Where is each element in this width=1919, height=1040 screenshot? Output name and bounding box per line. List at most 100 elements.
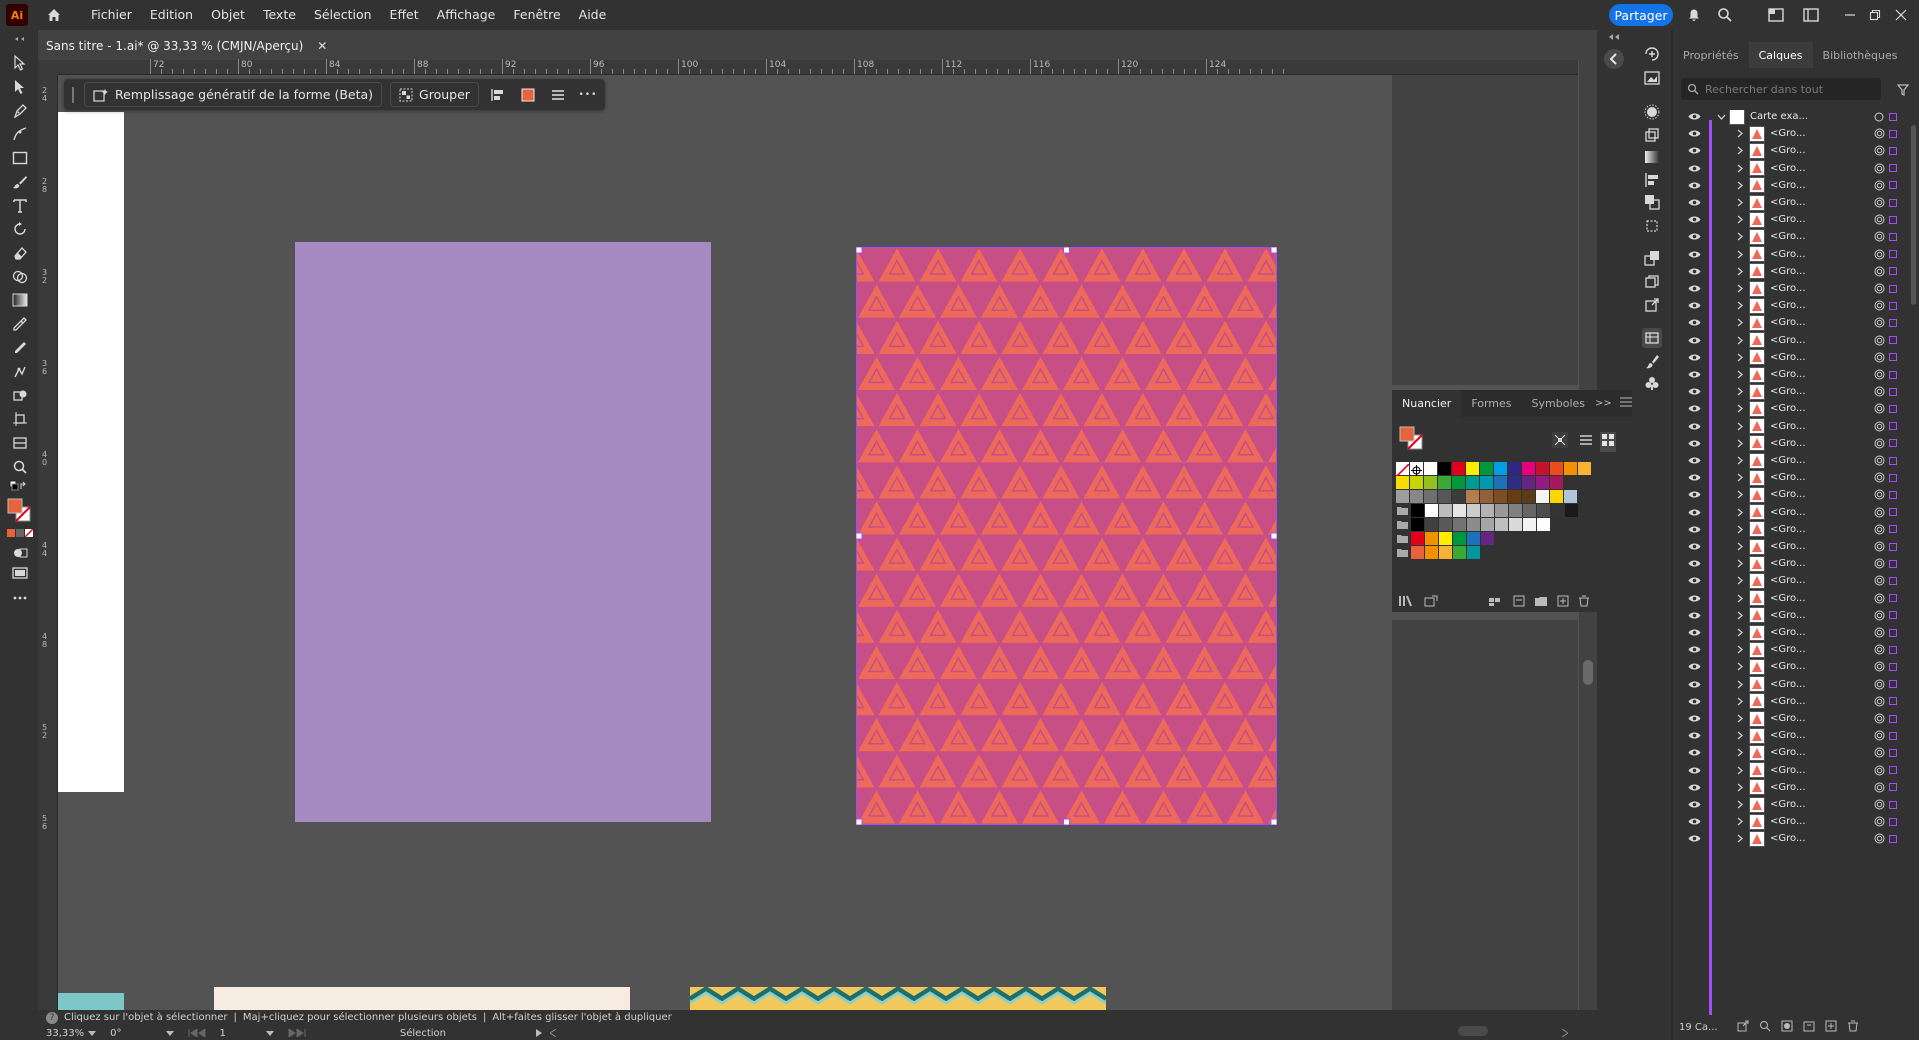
swatch[interactable] xyxy=(1508,490,1521,503)
layer-name[interactable]: <Gro... xyxy=(1770,472,1806,483)
selection-handle[interactable] xyxy=(1063,818,1070,825)
layer-name[interactable]: <Gro... xyxy=(1770,403,1806,414)
tab-swatches[interactable]: Nuancier xyxy=(1392,390,1462,417)
edit-toolbar-icon[interactable] xyxy=(9,587,31,609)
selection-indicator[interactable] xyxy=(1889,164,1897,173)
chevron-right-icon[interactable] xyxy=(1735,834,1745,844)
filter-icon[interactable] xyxy=(1896,81,1910,100)
selection-indicator[interactable] xyxy=(1889,353,1897,362)
visibility-eye-icon[interactable] xyxy=(1687,402,1701,416)
target-circle-icon[interactable] xyxy=(1873,111,1885,123)
chevron-down-icon[interactable] xyxy=(1716,112,1726,122)
target-circle-icon[interactable] xyxy=(1873,231,1885,243)
visibility-eye-icon[interactable] xyxy=(1687,196,1701,210)
target-circle-icon[interactable] xyxy=(1873,592,1885,604)
swatch-group-folder-icon[interactable] xyxy=(1396,532,1409,545)
layer-name[interactable]: <Gro... xyxy=(1770,317,1806,328)
target-circle-icon[interactable] xyxy=(1873,162,1885,174)
drag-handle-icon[interactable] xyxy=(70,84,76,106)
swatch[interactable] xyxy=(1453,546,1466,559)
swatch[interactable] xyxy=(1564,462,1577,475)
swatch[interactable] xyxy=(1536,490,1549,503)
layer-name[interactable]: <Gro... xyxy=(1770,369,1806,380)
selection-indicator[interactable] xyxy=(1889,267,1897,276)
layers-duplicate-icon[interactable] xyxy=(1642,272,1662,292)
visibility-eye-icon[interactable] xyxy=(1687,780,1701,794)
align-icon[interactable] xyxy=(487,84,509,106)
curvature-tool-icon[interactable] xyxy=(9,123,31,145)
selection-indicator[interactable] xyxy=(1889,473,1897,482)
chevron-right-icon[interactable] xyxy=(1735,404,1745,414)
chevron-right-icon[interactable] xyxy=(1735,507,1745,517)
visibility-eye-icon[interactable] xyxy=(1687,729,1701,743)
scrollbar-thumb[interactable] xyxy=(1583,660,1593,685)
home-icon[interactable] xyxy=(42,3,66,27)
menu-item[interactable]: Affichage xyxy=(428,0,505,30)
swatch[interactable] xyxy=(1509,518,1522,531)
layers-search-input[interactable] xyxy=(1705,82,1875,96)
delete-layer-icon[interactable] xyxy=(1847,1020,1859,1035)
visibility-eye-icon[interactable] xyxy=(1687,660,1701,674)
layer-name[interactable]: <Gro... xyxy=(1770,661,1806,672)
chevron-right-icon[interactable] xyxy=(1735,593,1745,603)
menu-item[interactable]: Texte xyxy=(254,0,305,30)
document-tab[interactable]: Sans titre - 1.ai* @ 33,33 % (CMJN/Aperç… xyxy=(46,36,327,56)
layer-name[interactable]: <Gro... xyxy=(1770,352,1806,363)
target-circle-icon[interactable] xyxy=(1873,334,1885,346)
visibility-eye-icon[interactable] xyxy=(1687,127,1701,141)
layer-name[interactable]: <Gro... xyxy=(1770,644,1806,655)
target-circle-icon[interactable] xyxy=(1873,627,1885,639)
swatch[interactable] xyxy=(1480,462,1493,475)
bell-icon[interactable] xyxy=(1684,5,1704,25)
swatch[interactable] xyxy=(1439,518,1452,531)
visibility-eye-icon[interactable] xyxy=(1687,144,1701,158)
restore-icon[interactable] xyxy=(1865,5,1885,25)
swatch[interactable] xyxy=(1438,476,1451,489)
visibility-eye-icon[interactable] xyxy=(1687,557,1701,571)
visibility-eye-icon[interactable] xyxy=(1687,368,1701,382)
brushes-panel-icon[interactable] xyxy=(1642,352,1662,372)
menu-item[interactable]: Edition xyxy=(141,0,202,30)
screen-mode-icon[interactable] xyxy=(9,562,31,584)
visibility-eye-icon[interactable] xyxy=(1687,608,1701,622)
panel-menu-icon[interactable] xyxy=(1619,397,1632,410)
new-layer-icon[interactable] xyxy=(1825,1020,1837,1035)
pathfinder-icon[interactable] xyxy=(1642,192,1662,212)
layer-name[interactable]: <Gro... xyxy=(1770,799,1806,810)
chevron-right-icon[interactable] xyxy=(1735,352,1745,362)
swatch[interactable] xyxy=(1565,504,1578,517)
layer-name[interactable]: <Gro... xyxy=(1770,300,1806,311)
selection-indicator[interactable] xyxy=(1889,215,1897,224)
swatch[interactable] xyxy=(1453,518,1466,531)
visibility-eye-icon[interactable] xyxy=(1687,454,1701,468)
layer-name[interactable]: <Gro... xyxy=(1770,214,1806,225)
canvas-area[interactable]: Remplissage génératif de la forme (Beta)… xyxy=(58,75,1578,1010)
target-circle-icon[interactable] xyxy=(1873,283,1885,295)
swatch[interactable] xyxy=(1453,504,1466,517)
visibility-eye-icon[interactable] xyxy=(1687,591,1701,605)
swatch[interactable] xyxy=(1466,476,1479,489)
pen-tool-icon[interactable] xyxy=(9,100,31,122)
close-tab-icon[interactable]: ✕ xyxy=(317,39,327,53)
close-window-icon[interactable] xyxy=(1891,5,1911,25)
swatch[interactable] xyxy=(1438,490,1451,503)
swatch[interactable] xyxy=(1481,518,1494,531)
swatch[interactable] xyxy=(1494,476,1507,489)
layers-search-box[interactable] xyxy=(1681,78,1881,100)
swatch[interactable] xyxy=(1410,462,1423,476)
visibility-eye-icon[interactable] xyxy=(1687,282,1701,296)
fill-color-icon[interactable] xyxy=(517,84,539,106)
visibility-eye-icon[interactable] xyxy=(1687,798,1701,812)
search-icon[interactable] xyxy=(1715,5,1735,25)
target-circle-icon[interactable] xyxy=(1873,644,1885,656)
chevron-right-icon[interactable] xyxy=(1735,387,1745,397)
eraser-tool-icon[interactable] xyxy=(9,242,31,264)
export-layer-icon[interactable] xyxy=(1737,1020,1749,1035)
shape-builder-tool-icon[interactable] xyxy=(9,266,31,288)
visibility-eye-icon[interactable] xyxy=(1687,522,1701,536)
selection-indicator[interactable] xyxy=(1889,146,1897,155)
tab-properties[interactable]: Propriétés xyxy=(1673,42,1749,68)
layer-name[interactable]: <Gro... xyxy=(1770,335,1806,346)
visibility-eye-icon[interactable] xyxy=(1687,643,1701,657)
layer-name[interactable]: <Gro... xyxy=(1770,524,1806,535)
